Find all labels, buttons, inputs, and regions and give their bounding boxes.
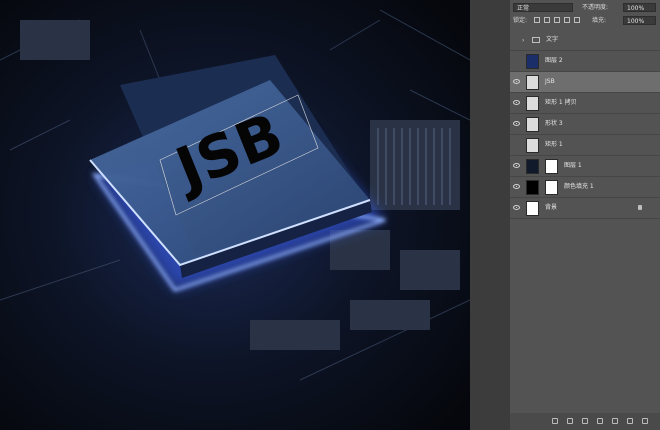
fill-label: 填充:: [592, 17, 607, 24]
new-layer-icon[interactable]: [627, 418, 633, 424]
lock-position-icon[interactable]: [554, 17, 560, 23]
visibility-eye-icon[interactable]: [513, 79, 520, 84]
layer-name: 背景: [545, 204, 558, 211]
lock-label: 锁定:: [513, 17, 528, 24]
layers-panel: 正常 不透明度: 100% 锁定: 填充: 100% › 文字 图层 2 JSB: [510, 0, 660, 430]
visibility-eye-icon[interactable]: [513, 121, 520, 126]
opacity-field[interactable]: 100%: [623, 3, 656, 12]
layer-item[interactable]: 图层 1: [510, 156, 660, 177]
layer-item-background[interactable]: 背景: [510, 198, 660, 219]
layer-name: 文字: [546, 36, 559, 43]
layer-thumbnail: [526, 54, 539, 69]
visibility-eye-icon[interactable]: [513, 100, 520, 105]
layer-thumbnail: [526, 96, 539, 111]
layer-name: 颜色填充 1: [564, 183, 594, 190]
layer-name: JSB: [545, 78, 555, 85]
visibility-eye-icon[interactable]: [513, 205, 520, 210]
layer-item[interactable]: 矩形 1 拷贝: [510, 93, 660, 114]
layer-name: 图层 2: [545, 57, 563, 64]
add-mask-icon[interactable]: [582, 418, 588, 424]
chip-artwork: JSB: [0, 0, 470, 430]
layer-style-icon[interactable]: [567, 418, 573, 424]
opacity-label: 不透明度:: [582, 4, 609, 11]
lock-image-icon[interactable]: [544, 17, 550, 23]
layer-item[interactable]: 形状 3: [510, 114, 660, 135]
document-canvas[interactable]: JSB: [0, 0, 470, 430]
blend-row: 正常 不透明度: 100%: [510, 2, 660, 13]
layer-thumbnail: [526, 117, 539, 132]
layer-thumbnail: [526, 159, 539, 174]
trash-icon[interactable]: [642, 418, 648, 424]
layer-item[interactable]: 图层 2: [510, 51, 660, 72]
adjustment-layer-icon[interactable]: [597, 418, 603, 424]
panel-gutter: [470, 0, 510, 430]
chevron-right-icon[interactable]: ›: [522, 36, 524, 45]
folder-icon: [532, 37, 540, 43]
layer-thumbnail: [526, 138, 539, 153]
layer-name: 矩形 1: [545, 141, 563, 148]
layer-name: 矩形 1 拷贝: [545, 99, 577, 106]
layer-mask-thumbnail[interactable]: [545, 159, 558, 174]
blend-mode-dropdown[interactable]: 正常: [513, 3, 573, 12]
layer-group-text[interactable]: › 文字: [510, 30, 660, 51]
visibility-eye-icon[interactable]: [513, 184, 520, 189]
layer-thumbnail: [526, 180, 539, 195]
lock-icon: [638, 205, 642, 210]
layer-thumbnail: [526, 75, 539, 90]
layer-name: 图层 1: [564, 162, 582, 169]
layer-item[interactable]: 颜色填充 1: [510, 177, 660, 198]
lock-artboard-icon[interactable]: [564, 17, 570, 23]
layer-item-selected[interactable]: JSB: [510, 72, 660, 93]
visibility-eye-icon[interactable]: [513, 163, 520, 168]
new-group-icon[interactable]: [612, 418, 618, 424]
layer-thumbnail: [526, 201, 539, 216]
link-layers-icon[interactable]: [552, 418, 558, 424]
layers-bottom-bar: [510, 413, 660, 430]
layer-item[interactable]: 矩形 1: [510, 135, 660, 156]
layer-mask-thumbnail[interactable]: [545, 180, 558, 195]
lock-transparent-icon[interactable]: [534, 17, 540, 23]
lock-row: 锁定: 填充: 100%: [510, 15, 660, 26]
fill-field[interactable]: 100%: [623, 16, 656, 25]
lock-all-icon[interactable]: [574, 17, 580, 23]
layer-name: 形状 3: [545, 120, 563, 127]
